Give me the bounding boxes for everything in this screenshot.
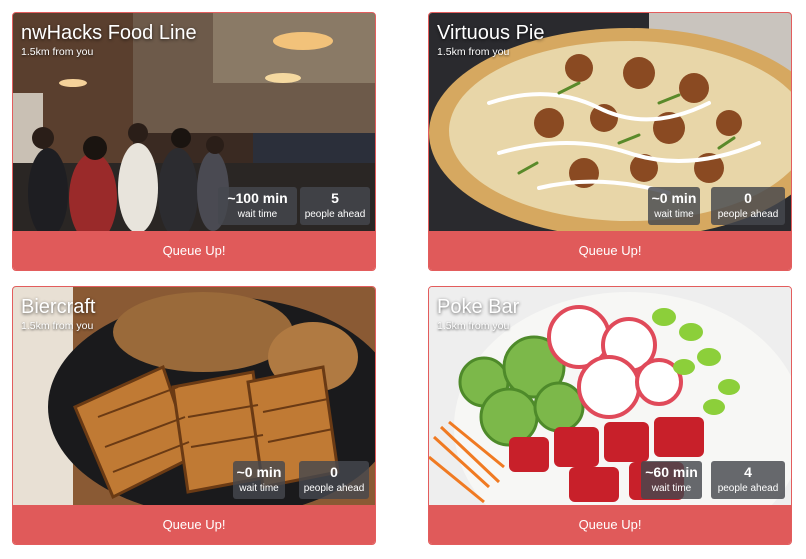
people-ahead-badge: 4 people ahead	[711, 461, 785, 499]
people-ahead-badge: 0 people ahead	[299, 461, 369, 499]
restaurant-name: Poke Bar	[437, 296, 520, 318]
people-ahead-value: 4	[744, 464, 752, 480]
restaurant-distance: 1.5km from you	[21, 46, 94, 58]
wait-time-badge: ~60 min wait time	[641, 461, 702, 499]
restaurant-name: Biercraft	[21, 296, 96, 318]
wait-time-value: ~60 min	[645, 464, 698, 480]
restaurant-distance: 1.5km from you	[21, 320, 94, 332]
restaurant-card-poke-bar: Poke Bar 1.5km from you ~60 min wait tim…	[428, 286, 792, 545]
people-ahead-label: people ahead	[717, 209, 779, 220]
people-ahead-value: 5	[331, 190, 339, 206]
people-ahead-value: 0	[330, 464, 338, 480]
wait-time-value: ~0 min	[236, 464, 282, 480]
restaurant-card-virtuous-pie: Virtuous Pie 1.5km from you ~0 min wait …	[428, 12, 792, 271]
restaurant-name: nwHacks Food Line	[21, 22, 197, 44]
restaurant-distance: 1.5km from you	[437, 320, 510, 332]
wait-time-value: ~100 min	[227, 190, 288, 206]
people-ahead-value: 0	[744, 190, 752, 206]
wait-time-badge: ~0 min wait time	[233, 461, 285, 499]
restaurant-distance: 1.5km from you	[437, 46, 510, 58]
wait-time-label: wait time	[651, 483, 692, 494]
wait-time-label: wait time	[239, 483, 279, 494]
queue-up-button[interactable]: Queue Up!	[429, 505, 791, 544]
people-ahead-label: people ahead	[304, 209, 366, 220]
wait-time-badge: ~100 min wait time	[218, 187, 297, 225]
wait-time-label: wait time	[654, 209, 694, 220]
people-ahead-badge: 5 people ahead	[300, 187, 370, 225]
wait-time-value: ~0 min	[651, 190, 697, 206]
queue-up-button[interactable]: Queue Up!	[13, 505, 375, 544]
wait-time-label: wait time	[237, 209, 278, 220]
restaurant-card-nwhacks: nwHacks Food Line 1.5km from you ~100 mi…	[12, 12, 376, 271]
queue-up-button[interactable]: Queue Up!	[429, 231, 791, 270]
people-ahead-label: people ahead	[303, 483, 365, 494]
people-ahead-label: people ahead	[717, 483, 779, 494]
people-ahead-badge: 0 people ahead	[711, 187, 785, 225]
wait-time-badge: ~0 min wait time	[648, 187, 700, 225]
restaurant-card-biercraft: Biercraft 1.5km from you ~0 min wait tim…	[12, 286, 376, 545]
queue-up-button[interactable]: Queue Up!	[13, 231, 375, 270]
restaurant-name: Virtuous Pie	[437, 22, 545, 44]
